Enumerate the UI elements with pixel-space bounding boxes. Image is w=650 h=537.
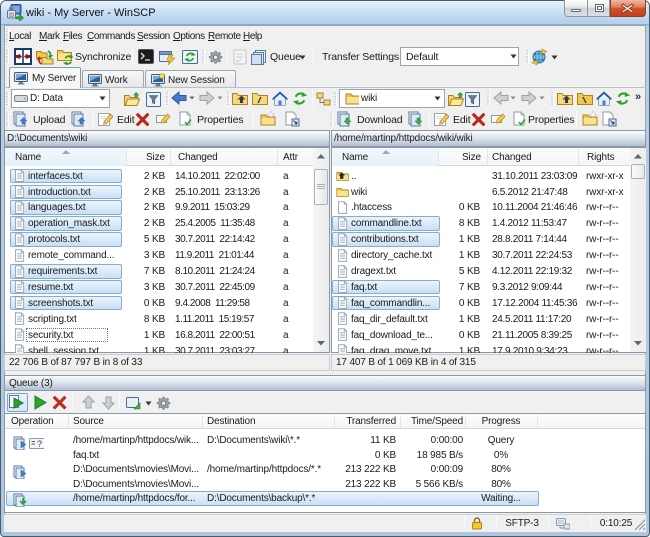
svg-text:?: ? — [37, 439, 42, 449]
